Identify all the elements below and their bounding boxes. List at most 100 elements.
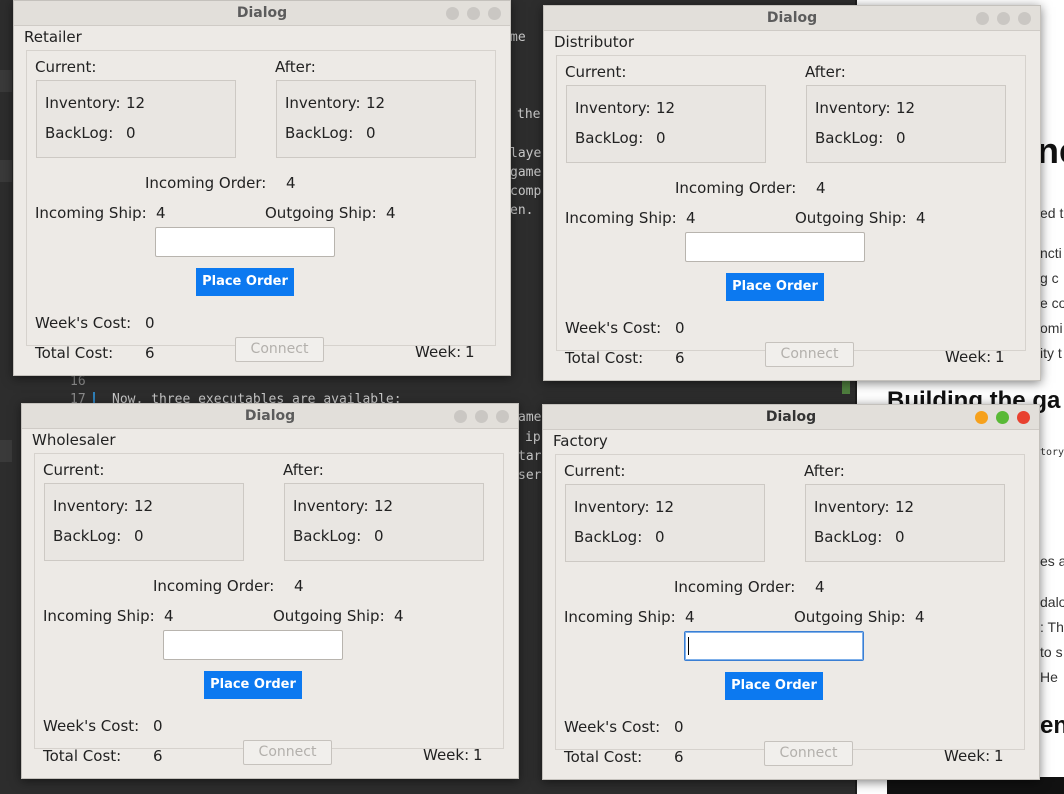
maximize-button[interactable]	[467, 7, 480, 20]
incoming-ship-label: Incoming Ship:	[564, 608, 676, 626]
order-quantity-input[interactable]	[155, 227, 335, 257]
main-panel: Current: After: Inventory: 12 BackLog: 0…	[26, 50, 496, 362]
line-number: 16	[70, 374, 86, 389]
backlog-label: BackLog:	[53, 527, 122, 545]
after-inventory-value: 12	[895, 498, 915, 516]
place-order-button[interactable]: Place Order	[725, 672, 823, 700]
doc-text: es a	[1040, 553, 1064, 569]
total-cost-label: Total Cost:	[43, 747, 122, 765]
after-label: After:	[283, 461, 324, 479]
main-panel: Current: After: Inventory: 12 BackLog: 0…	[34, 453, 504, 765]
minimize-button[interactable]	[975, 411, 988, 424]
current-label: Current:	[43, 461, 105, 479]
doc-text: ed t	[1040, 205, 1064, 221]
window-title: Dialog	[244, 408, 296, 424]
after-box: Inventory: 12 BackLog: 0	[276, 80, 476, 158]
incoming-order-value: 4	[816, 179, 826, 197]
titlebar[interactable]: Dialog	[22, 404, 518, 429]
order-quantity-input[interactable]	[163, 630, 343, 660]
after-label: After:	[275, 58, 316, 76]
titlebar[interactable]: Dialog	[14, 1, 510, 26]
week-label: Week:	[944, 747, 991, 765]
editor-text: comp	[510, 184, 542, 199]
backlog-label: BackLog:	[814, 528, 883, 546]
doc-text: : Th	[1040, 619, 1064, 635]
role-title: Distributor	[554, 33, 635, 51]
connect-button[interactable]: Connect	[235, 337, 324, 362]
minimize-button[interactable]	[446, 7, 459, 20]
outgoing-ship-label: Outgoing Ship:	[795, 209, 907, 227]
incoming-ship-label: Incoming Ship:	[35, 204, 147, 222]
editor-text: ame	[518, 410, 542, 425]
maximize-button[interactable]	[996, 411, 1009, 424]
close-button[interactable]	[1018, 12, 1031, 25]
role-title: Factory	[553, 432, 608, 450]
backlog-label: BackLog:	[45, 124, 114, 142]
maximize-button[interactable]	[997, 12, 1010, 25]
incoming-order-value: 4	[294, 577, 304, 595]
text-caret	[688, 637, 689, 655]
minimize-button[interactable]	[454, 410, 467, 423]
role-title: Wholesaler	[32, 431, 116, 449]
place-order-button[interactable]: Place Order	[196, 268, 294, 296]
after-inventory-value: 12	[374, 497, 394, 515]
current-box: Inventory: 12 BackLog: 0	[44, 483, 244, 561]
place-order-button[interactable]: Place Order	[726, 273, 824, 301]
close-button[interactable]	[496, 410, 509, 423]
week-label: Week:	[945, 348, 992, 366]
current-backlog-value: 0	[656, 129, 666, 147]
retailer-dialog: Dialog Retailer Current: After: Inventor…	[13, 0, 511, 376]
connect-button[interactable]: Connect	[765, 342, 854, 367]
main-panel: Current: After: Inventory: 12 BackLog: 0…	[555, 454, 1025, 766]
outgoing-ship-value: 4	[915, 608, 925, 626]
incoming-ship-value: 4	[156, 204, 166, 222]
doc-text: g c	[1040, 270, 1059, 286]
editor-text: ser	[518, 468, 542, 483]
total-cost-label: Total Cost:	[35, 344, 114, 362]
current-backlog-value: 0	[126, 124, 136, 142]
current-label: Current:	[564, 462, 626, 480]
outgoing-ship-label: Outgoing Ship:	[273, 607, 385, 625]
minimize-button[interactable]	[976, 12, 989, 25]
week-value: 1	[995, 348, 1005, 366]
titlebar[interactable]: Dialog	[543, 405, 1039, 430]
outgoing-ship-value: 4	[386, 204, 396, 222]
backlog-label: BackLog:	[285, 124, 354, 142]
outgoing-ship-label: Outgoing Ship:	[794, 608, 906, 626]
current-inventory-value: 12	[126, 94, 146, 112]
doc-text: He	[1040, 669, 1058, 685]
place-order-button[interactable]: Place Order	[204, 671, 302, 699]
order-quantity-input[interactable]	[685, 232, 865, 262]
inventory-label: Inventory:	[574, 498, 650, 516]
after-box: Inventory: 12 BackLog: 0	[284, 483, 484, 561]
close-button[interactable]	[488, 7, 501, 20]
current-inventory-value: 12	[655, 498, 675, 516]
connect-button[interactable]: Connect	[243, 740, 332, 765]
total-cost-label: Total Cost:	[564, 748, 643, 766]
weeks-cost-label: Week's Cost:	[565, 319, 662, 337]
inventory-label: Inventory:	[293, 497, 369, 515]
doc-text: e co	[1040, 295, 1064, 311]
editor-side-tab	[0, 440, 12, 462]
current-box: Inventory: 12 BackLog: 0	[565, 484, 765, 562]
doc-text: ncti	[1040, 245, 1062, 261]
backlog-label: BackLog:	[574, 528, 643, 546]
week-label: Week:	[423, 746, 470, 764]
weeks-cost-value: 0	[145, 314, 155, 332]
order-quantity-input[interactable]	[684, 631, 864, 661]
after-backlog-value: 0	[895, 528, 905, 546]
window-title: Dialog	[766, 10, 818, 26]
role-title: Retailer	[24, 28, 82, 46]
editor-text: en.	[510, 203, 534, 218]
weeks-cost-value: 0	[675, 319, 685, 337]
incoming-order-label: Incoming Order:	[145, 174, 267, 192]
current-label: Current:	[565, 63, 627, 81]
window-title: Dialog	[236, 5, 288, 21]
incoming-ship-label: Incoming Ship:	[565, 209, 677, 227]
maximize-button[interactable]	[475, 410, 488, 423]
backlog-label: BackLog:	[575, 129, 644, 147]
titlebar[interactable]: Dialog	[544, 6, 1040, 31]
connect-button[interactable]: Connect	[764, 741, 853, 766]
close-button[interactable]	[1017, 411, 1030, 424]
main-panel: Current: After: Inventory: 12 BackLog: 0…	[556, 55, 1026, 367]
